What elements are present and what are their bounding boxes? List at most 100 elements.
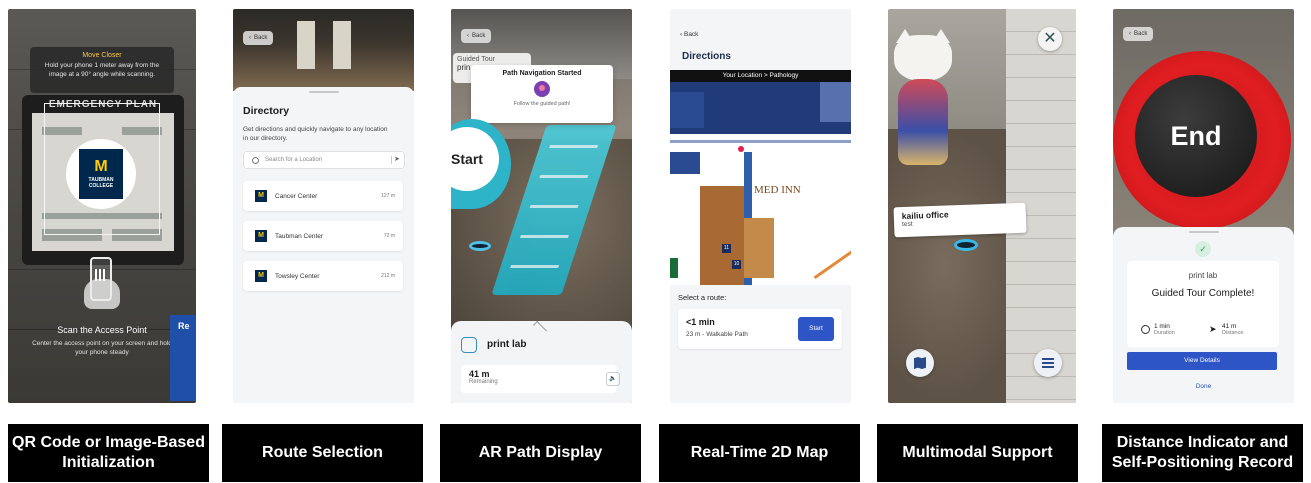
med-inn-label: MED INN	[754, 184, 801, 196]
taubman-logo-target: M TAUBMAN COLLEGE	[66, 139, 136, 209]
back-label: Back	[254, 35, 268, 41]
mute-icon[interactable]: 🔈	[606, 372, 620, 386]
distance-label: Distance	[1222, 330, 1244, 336]
back-button[interactable]: ‹ Back	[1123, 27, 1154, 41]
location-name: Taubman Center	[275, 232, 324, 240]
start-route-button[interactable]: Start	[798, 317, 834, 341]
back-button[interactable]: ‹ Back	[461, 29, 492, 43]
duration-value: 1 min	[1154, 323, 1170, 330]
remaining-distance-box: 41 m Remaining	[461, 365, 617, 393]
map-screen: ‹ Back Directions Your Location > Pathol…	[670, 9, 851, 403]
route-label: Select a route:	[678, 293, 727, 302]
sheet-grab-handle[interactable]	[309, 91, 339, 93]
distance-value: 41 m	[1222, 323, 1237, 330]
navigation-started-popup: Path Navigation Started Follow the guide…	[471, 65, 613, 123]
move-closer-text: Hold your phone 1 meter away from the im…	[44, 62, 160, 78]
caption-map: Real-Time 2D Map	[659, 424, 860, 482]
floor-map[interactable]: 11 10 MED INN	[670, 82, 851, 285]
caption-qr: QR Code or Image-Based Initialization	[8, 424, 209, 482]
search-input[interactable]: Search for a Location ➤	[243, 151, 405, 169]
hallway-photo: ‹ Back	[233, 9, 414, 91]
chevron-left-icon: ‹	[1129, 31, 1131, 37]
destination-name: print lab	[487, 339, 527, 350]
route-option[interactable]: <1 min 23 m - Walkable Path Start	[678, 309, 842, 349]
move-closer-toast: Move Closer Hold your phone 1 meter away…	[30, 47, 174, 93]
chevron-up-icon[interactable]	[532, 320, 548, 336]
tour-tag-line1: Guided Tour	[457, 56, 496, 63]
check-icon: ✓	[1195, 241, 1211, 257]
back-button[interactable]: ‹ Back	[680, 31, 698, 38]
ar-location-label[interactable]: kailiu office test	[893, 202, 1027, 238]
position-indicator-icon	[469, 241, 491, 251]
map-block	[670, 92, 704, 128]
map-marker-10: 10	[732, 260, 741, 269]
tour-complete-screen: End ‹ Back ✓ print lab Guided Tour Comple…	[1113, 9, 1294, 403]
location-item[interactable]: M Cancer Center 127 m	[243, 181, 403, 211]
duration-stat: 1 min Duration	[1141, 323, 1175, 336]
location-bar: Your Location > Pathology	[670, 70, 851, 82]
ar-path-screen: ‹ Back Guided Tour prin Path Navigation S…	[451, 9, 632, 403]
menu-icon[interactable]	[1034, 349, 1062, 377]
cat-head	[894, 35, 952, 81]
sheet-grab-handle[interactable]	[1189, 231, 1219, 233]
phone-scan-icon	[90, 257, 112, 301]
summary-card: print lab Guided Tour Complete! 1 min Du…	[1127, 261, 1279, 347]
chevron-left-icon: ‹	[249, 35, 251, 41]
navigation-card: print lab 41 m Remaining 🔈	[451, 320, 632, 403]
hallway-door	[333, 21, 351, 69]
remaining-value: 41 m	[469, 369, 490, 379]
location-item[interactable]: M Towsley Center 212 m	[243, 261, 403, 291]
location-item[interactable]: M Taubman Center 72 m	[243, 221, 403, 251]
clock-icon	[1141, 325, 1150, 334]
back-label: Back	[683, 31, 699, 38]
done-button[interactable]: Done	[1113, 383, 1294, 390]
umich-logo-icon: M	[255, 270, 267, 282]
route-detail: 23 m - Walkable Path	[686, 331, 748, 338]
lucky-cat-figurine	[894, 29, 952, 165]
move-closer-title: Move Closer	[82, 52, 122, 59]
end-button[interactable]: End	[1135, 75, 1257, 197]
back-label: Back	[1134, 31, 1148, 37]
caption-multimodal: Multimodal Support	[877, 424, 1078, 482]
completion-title: Guided Tour Complete!	[1151, 288, 1255, 299]
directory-title: Directory	[243, 105, 290, 117]
map-block	[700, 186, 744, 285]
navigation-arrow-icon[interactable]: ➤	[391, 156, 400, 164]
map-block	[670, 152, 700, 174]
remaining-label: Remaining	[469, 379, 498, 385]
map-pin-icon	[534, 81, 550, 97]
qr-init-screen: Move Closer Hold your phone 1 meter away…	[8, 9, 196, 403]
directory-screen: ‹ Back Directory Get directions and quick…	[233, 9, 414, 403]
back-label: Back	[472, 33, 486, 39]
location-distance: 212 m	[381, 273, 395, 279]
directory-sheet: Directory Get directions and quickly nav…	[233, 87, 414, 403]
completion-sheet: ✓ print lab Guided Tour Complete! 1 min …	[1113, 227, 1294, 403]
directory-subtitle: Get directions and quickly navigate to a…	[243, 126, 388, 142]
distance-stat: ➤ 41 m Distance	[1209, 323, 1243, 336]
scan-instructions: Center the access point on your screen a…	[32, 340, 172, 356]
logo-letter: M	[94, 158, 108, 175]
umich-logo-icon: M	[255, 230, 267, 242]
multimodal-screen: ✕ kailiu office test	[888, 9, 1076, 403]
duration-label: Duration	[1154, 330, 1175, 336]
scan-title: Scan the Access Point	[57, 325, 147, 335]
destination-name: print lab	[1188, 271, 1218, 280]
back-button[interactable]: ‹ Back	[243, 31, 274, 45]
umich-logo-icon: M	[255, 190, 267, 202]
view-details-button[interactable]: View Details	[1127, 352, 1277, 370]
bin-label: Re	[178, 321, 190, 331]
location-name: Towsley Center	[275, 272, 320, 280]
popup-subtitle: Follow the guided path!	[513, 101, 571, 107]
map-marker-11: 11	[722, 244, 731, 253]
popup-title: Path Navigation Started	[502, 70, 582, 77]
close-icon[interactable]: ✕	[1038, 27, 1062, 51]
location-distance: 127 m	[381, 193, 395, 199]
location-distance: 72 m	[383, 233, 395, 239]
location-name: Cancer Center	[275, 192, 318, 200]
search-icon	[252, 156, 259, 164]
route-time: <1 min	[686, 317, 715, 327]
map-icon[interactable]	[906, 349, 934, 377]
search-placeholder: Search for a Location	[265, 157, 323, 163]
navigation-arrow-icon: ➤	[1209, 324, 1217, 334]
map-block	[744, 218, 774, 278]
